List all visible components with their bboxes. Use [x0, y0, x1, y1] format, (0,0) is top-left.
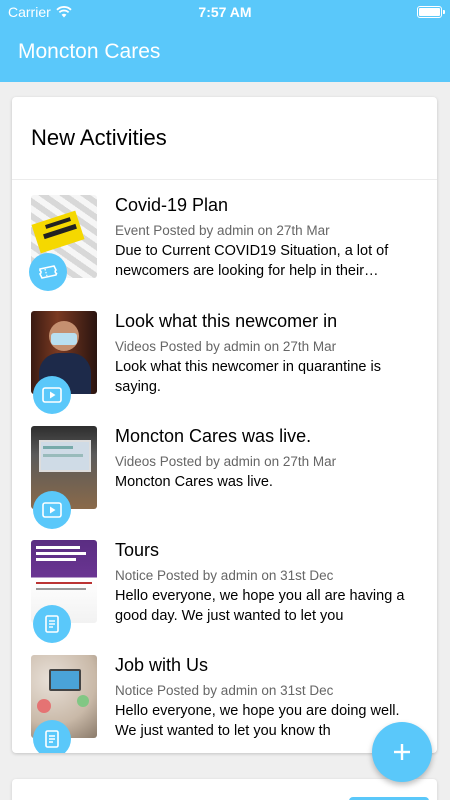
- activity-item[interactable]: Covid-19 Plan Event Posted by admin on 2…: [12, 195, 437, 305]
- activity-title: Covid-19 Plan: [115, 195, 229, 215]
- status-bar: Carrier 7:57 AM: [0, 0, 450, 24]
- activity-item[interactable]: Job with Us Notice Posted by admin on 31…: [12, 655, 437, 753]
- next-section-card: [12, 779, 437, 800]
- activity-meta: Videos Posted by admin on 27th Mar: [115, 454, 337, 469]
- activity-description: Look what this newcomer in quarantine is…: [115, 359, 381, 395]
- activity-description: Moncton Cares was live.: [115, 474, 273, 490]
- activity-title: Moncton Cares was live.: [115, 426, 312, 446]
- video-icon: [42, 387, 62, 403]
- status-time: 7:57 AM: [198, 4, 252, 20]
- event-type-badge: [29, 253, 67, 291]
- activity-item[interactable]: Tours Notice Posted by admin on 31st Dec…: [12, 540, 437, 650]
- activity-description: Hello everyone, we hope you all are havi…: [115, 588, 405, 624]
- activity-meta: Videos Posted by admin on 27th Mar: [115, 339, 337, 354]
- battery-icon: [417, 6, 445, 18]
- activity-meta: Event Posted by admin on 27th Mar: [115, 223, 330, 238]
- add-button[interactable]: [372, 722, 432, 782]
- activity-description: Due to Current COVID19 Situation, a lot …: [115, 243, 389, 279]
- video-type-badge: [33, 491, 71, 529]
- activities-card: New Activities Covid-19 Plan Event Poste…: [12, 97, 437, 753]
- app-bar: Moncton Cares: [0, 24, 450, 82]
- activity-meta: Notice Posted by admin on 31st Dec: [115, 683, 334, 698]
- activity-title: Job with Us: [115, 655, 209, 675]
- activity-item[interactable]: Moncton Cares was live. Videos Posted by…: [12, 426, 437, 536]
- card-header: New Activities: [12, 97, 437, 180]
- activity-title: Look what this newcomer in: [115, 311, 338, 331]
- notice-type-badge: [33, 605, 71, 643]
- notice-icon: [45, 615, 59, 633]
- plus-icon: [394, 744, 410, 760]
- activity-title: Tours: [115, 540, 160, 560]
- video-icon: [42, 502, 62, 518]
- video-type-badge: [33, 376, 71, 414]
- notice-icon: [45, 730, 59, 748]
- activity-meta: Notice Posted by admin on 31st Dec: [115, 568, 334, 583]
- ticket-icon: [38, 265, 58, 279]
- section-title: New Activities: [31, 125, 167, 150]
- app-title: Moncton Cares: [18, 40, 161, 63]
- activity-item[interactable]: Look what this newcomer in Videos Posted…: [12, 311, 437, 421]
- notice-type-badge: [33, 720, 71, 753]
